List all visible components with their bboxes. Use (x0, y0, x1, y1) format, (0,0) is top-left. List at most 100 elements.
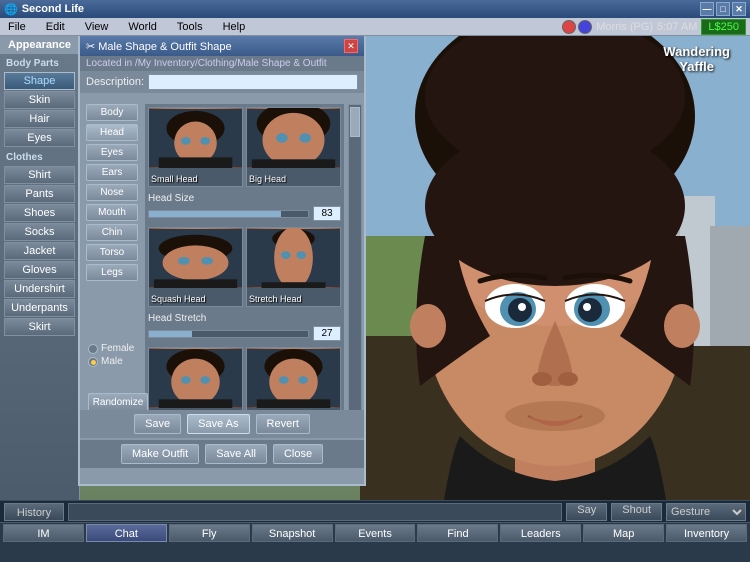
gender-radio: Female Male (88, 343, 134, 369)
menu-edit[interactable]: Edit (42, 20, 69, 34)
wandering-text: Wandering Yaffle (663, 44, 730, 74)
nav-ears[interactable]: Ears (86, 164, 138, 181)
head-stretch-row: 27 (148, 326, 341, 341)
im-button[interactable]: IM (3, 524, 84, 542)
menu-tools[interactable]: Tools (173, 20, 207, 34)
appearance-hair[interactable]: Hair (4, 110, 75, 128)
events-button[interactable]: Events (335, 524, 416, 542)
nav-legs[interactable]: Legs (86, 264, 138, 281)
dialog-title: ✂ Male Shape & Outfit Shape (86, 40, 232, 53)
save-as-button[interactable]: Save As (187, 414, 249, 434)
titlebar: 🌐 Second Life — □ ✕ (0, 0, 750, 18)
head-size-container: Head Size 83 (148, 190, 341, 224)
shout-button[interactable]: Shout (611, 503, 662, 521)
fly-button[interactable]: Fly (169, 524, 250, 542)
app-title: Second Life (22, 3, 84, 15)
appearance-shape[interactable]: Shape (4, 72, 75, 90)
nav-chin[interactable]: Chin (86, 224, 138, 241)
thumbnail-extra-1[interactable] (148, 347, 243, 414)
character-face: Wandering Yaffle (360, 36, 750, 500)
nav-nose[interactable]: Nose (86, 184, 138, 201)
dialog-description-row: Description: (80, 71, 364, 93)
appearance-skirt[interactable]: Skirt (4, 318, 75, 336)
status-time: 5:07 AM (657, 21, 697, 33)
bottom-toolbar: History Say Shout Gesture Wave Bow Dance… (0, 500, 750, 562)
close-window-button[interactable]: ✕ (732, 2, 746, 16)
dialog-subtitle: Located in /My Inventory/Clothing/Male S… (80, 56, 364, 71)
history-input[interactable] (68, 503, 562, 521)
female-radio[interactable] (88, 344, 98, 354)
female-label: Female (101, 343, 134, 354)
status-bar: Morris (PG) 5:07 AM L$250 (562, 18, 750, 36)
head-stretch-label: Head Stretch (148, 313, 341, 324)
chat-button[interactable]: Chat (86, 524, 167, 542)
snapshot-button[interactable]: Snapshot (252, 524, 333, 542)
wandering-label: Wandering (663, 44, 730, 59)
save-all-button[interactable]: Save All (205, 444, 267, 464)
appearance-pants[interactable]: Pants (4, 185, 75, 203)
thumbnail-label-stretch-head: Stretch Head (249, 294, 302, 304)
dialog-scrollbar[interactable] (348, 104, 362, 414)
leaders-button[interactable]: Leaders (500, 524, 581, 542)
thumbnail-big-head[interactable]: Big Head (246, 107, 341, 187)
menu-file[interactable]: File (4, 20, 30, 34)
appearance-title: Appearance (0, 36, 79, 54)
thumbnail-label-big-head: Big Head (249, 174, 286, 184)
main-content: AM 17 (0, 36, 750, 500)
appearance-undershirt[interactable]: Undershirt (4, 280, 75, 298)
head-stretch-value: 27 (313, 326, 341, 341)
appearance-skin[interactable]: Skin (4, 91, 75, 109)
shape-nav: Body Head Eyes Ears Nose Mouth Chin Tors… (86, 104, 138, 281)
revert-button[interactable]: Revert (256, 414, 310, 434)
appearance-underpants[interactable]: Underpants (4, 299, 75, 317)
appearance-eyes[interactable]: Eyes (4, 129, 75, 147)
head-size-label: Head Size (148, 193, 341, 204)
appearance-gloves[interactable]: Gloves (4, 261, 75, 279)
inventory-button[interactable]: Inventory (666, 524, 747, 542)
head-size-track[interactable] (148, 210, 309, 218)
nav-eyes[interactable]: Eyes (86, 144, 138, 161)
history-button[interactable]: History (4, 503, 64, 521)
dialog-bottom-buttons: Save Save As Revert (80, 410, 364, 438)
close-button[interactable]: Close (273, 444, 323, 464)
find-button[interactable]: Find (417, 524, 498, 542)
save-button[interactable]: Save (134, 414, 181, 434)
titlebar-left: 🌐 Second Life (4, 3, 84, 16)
nav-mouth[interactable]: Mouth (86, 204, 138, 221)
dialog-desc-label: Description: (86, 76, 144, 88)
nav-head[interactable]: Head (86, 124, 138, 141)
nav-torso[interactable]: Torso (86, 244, 138, 261)
map-button[interactable]: Map (583, 524, 664, 542)
head-size-fill (149, 211, 281, 217)
minimize-button[interactable]: — (700, 2, 714, 16)
dialog-outfit-buttons: Make Outfit Save All Close (80, 440, 364, 468)
description-input[interactable] (148, 74, 358, 90)
thumbnail-squash-head[interactable]: Squash Head (148, 227, 243, 307)
status-icon-1 (562, 20, 576, 34)
nav-body[interactable]: Body (86, 104, 138, 121)
appearance-shirt[interactable]: Shirt (4, 166, 75, 184)
thumbnail-grid: Small Head Big Head Head (145, 104, 344, 414)
head-stretch-fill (149, 331, 192, 337)
maximize-button[interactable]: □ (716, 2, 730, 16)
thumbnail-extra-2[interactable] (246, 347, 341, 414)
head-stretch-container: Head Stretch 27 (148, 310, 341, 344)
head-stretch-track[interactable] (148, 330, 309, 338)
status-name: Morris (PG) (596, 21, 653, 33)
dialog-close-button[interactable]: ✕ (344, 39, 358, 53)
menu-view[interactable]: View (81, 20, 113, 34)
appearance-socks[interactable]: Socks (4, 223, 75, 241)
menu-help[interactable]: Help (219, 20, 250, 34)
gesture-select[interactable]: Gesture Wave Bow Dance (666, 503, 746, 521)
thumbnail-small-head[interactable]: Small Head (148, 107, 243, 187)
status-icon-2 (578, 20, 592, 34)
thumbnail-stretch-head[interactable]: Stretch Head (246, 227, 341, 307)
menu-world[interactable]: World (124, 20, 161, 34)
make-outfit-button[interactable]: Make Outfit (121, 444, 199, 464)
say-button[interactable]: Say (566, 503, 607, 521)
app-icon: 🌐 (4, 3, 18, 16)
male-radio[interactable] (88, 357, 98, 367)
scrollbar-thumb[interactable] (350, 107, 360, 137)
appearance-jacket[interactable]: Jacket (4, 242, 75, 260)
appearance-shoes[interactable]: Shoes (4, 204, 75, 222)
